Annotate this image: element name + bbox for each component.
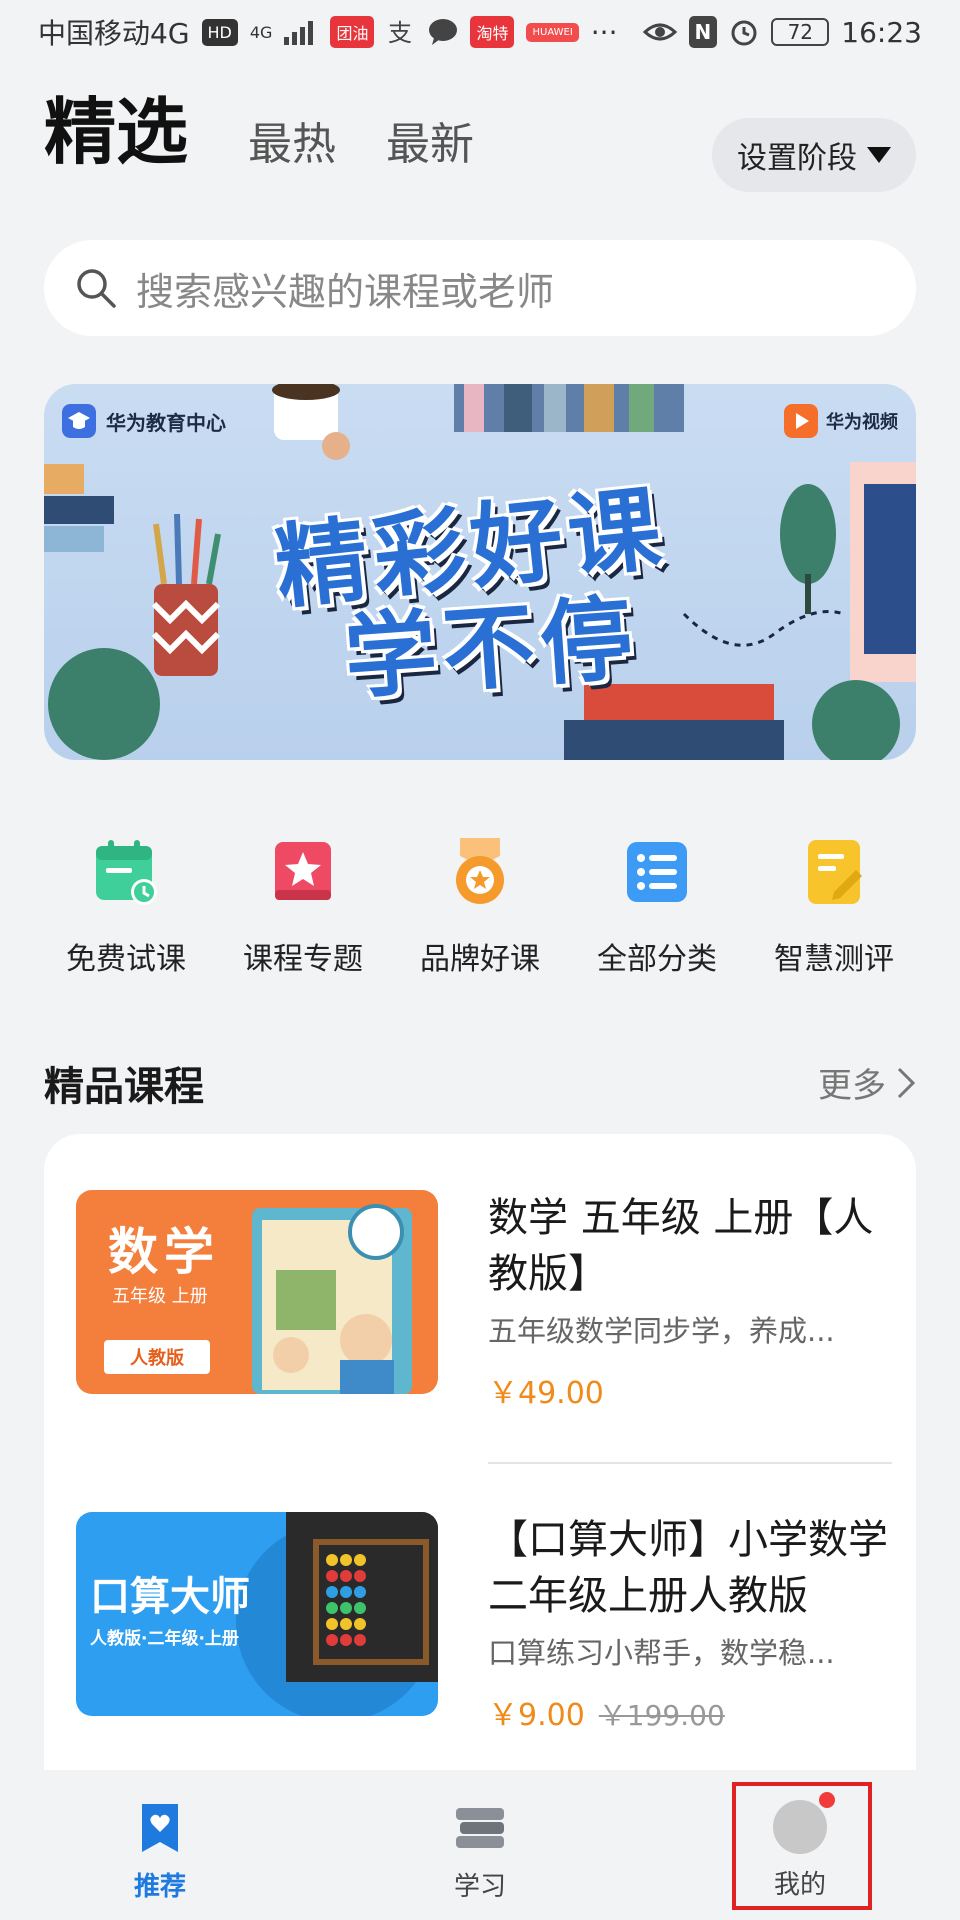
course-original-price: ￥199.00 xyxy=(598,1699,725,1732)
search-placeholder: 搜索感兴趣的课程或老师 xyxy=(136,269,555,314)
graduation-cap-icon xyxy=(62,404,96,438)
price-row: ￥9.00 ￥199.00 xyxy=(488,1690,725,1734)
price-row: ￥49.00 xyxy=(488,1368,604,1412)
course-title: 数学 五年级 上册【人教版】 xyxy=(488,1195,874,1297)
tuanyou-app-icon: 团油 xyxy=(330,16,375,48)
highlight-box xyxy=(732,1782,872,1910)
quick-label-assessment: 智慧测评 xyxy=(774,942,894,977)
battery-icon: 72 xyxy=(771,18,830,46)
star-book-icon xyxy=(275,842,331,900)
quick-item-free-trial[interactable]: 免费试课 xyxy=(44,836,208,996)
tab-hot[interactable]: 最热 xyxy=(248,108,336,172)
books-icon xyxy=(456,1808,504,1848)
status-left: 中国移动4G HD 4G 团油 支 淘特 HUAWEI ··· xyxy=(38,12,617,52)
tab-newest[interactable]: 最新 xyxy=(386,108,474,172)
status-right: N 72 16:23 xyxy=(642,15,922,49)
play-icon xyxy=(784,404,818,438)
thumb-subtitle: 五年级 上册 xyxy=(112,1286,208,1307)
course-card: 数学 五年级 上册 人教版 数学 五年级 上册【人教版】 五年级数学同步学，养成… xyxy=(44,1134,916,1774)
set-stage-label: 设置阶段 xyxy=(737,141,857,176)
list-icon xyxy=(627,842,687,902)
dropdown-triangle-icon xyxy=(867,147,891,163)
edit-note-icon xyxy=(808,840,862,904)
nav-recommend-label: 推荐 xyxy=(133,1872,186,1902)
quick-item-categories[interactable]: 全部分类 xyxy=(575,836,739,996)
more-link[interactable]: 更多 xyxy=(818,1058,916,1107)
huawei-app-icon: HUAWEI xyxy=(526,22,579,42)
tab-featured[interactable]: 精选 xyxy=(44,73,188,178)
hd-icon: HD xyxy=(201,18,238,46)
thumb-title: 口算大师 xyxy=(90,1574,250,1620)
alarm-icon xyxy=(731,20,757,46)
course-thumbnail: 口算大师 人教版·二年级·上册 xyxy=(76,1512,438,1716)
divider xyxy=(488,1462,892,1464)
course-thumbnail: 数学 五年级 上册 人教版 xyxy=(76,1190,438,1394)
chevron-right-icon xyxy=(897,1067,916,1098)
alipay-icon: 支 xyxy=(388,19,412,47)
quick-item-brand[interactable]: 品牌好课 xyxy=(398,836,562,996)
heart-bookmark-icon xyxy=(142,1804,178,1852)
more-notifications-icon: ··· xyxy=(590,15,618,49)
nav-recommend[interactable]: 推荐 xyxy=(0,1770,320,1920)
signal-icon xyxy=(284,21,314,45)
course-desc: 口算练习小帮手，数学稳... xyxy=(488,1636,835,1670)
nfc-icon: N xyxy=(688,16,718,48)
quick-item-assessment[interactable]: 智慧测评 xyxy=(752,836,916,996)
more-label: 更多 xyxy=(818,1066,886,1106)
promo-banner[interactable]: 华为教育中心 华为视频 精彩好课 学不停 xyxy=(44,384,916,760)
huawei-video-label: 华为视频 xyxy=(826,412,898,433)
thumb-title: 数学 xyxy=(108,1223,220,1281)
thumb-badge: 人教版 xyxy=(104,1340,210,1374)
eye-comfort-icon xyxy=(642,23,677,41)
course-item[interactable]: 数学 五年级 上册 人教版 数学 五年级 上册【人教版】 五年级数学同步学，养成… xyxy=(76,1190,884,1420)
carrier-text: 中国移动4G xyxy=(38,17,190,50)
banner-title-line2: 学不停 xyxy=(341,584,642,713)
course-price: ￥49.00 xyxy=(488,1376,604,1411)
clock-text: 16:23 xyxy=(841,15,922,49)
nav-study-label: 学习 xyxy=(453,1872,506,1902)
quick-label-topics: 课程专题 xyxy=(243,942,363,977)
taote-app-icon: 淘特 xyxy=(470,16,515,48)
section-title: 精品课程 xyxy=(44,1064,204,1110)
svg-text:支: 支 xyxy=(388,19,412,47)
edu-center-label: 华为教育中心 xyxy=(106,410,226,435)
quick-menu: 免费试课 课程专题 品牌好课 全部分类 智慧测评 xyxy=(44,836,916,996)
search-icon xyxy=(77,269,116,308)
quick-label-categories: 全部分类 xyxy=(597,942,717,977)
course-title: 【口算大师】小学数学二年级上册人教版 xyxy=(488,1517,888,1619)
nav-study[interactable]: 学习 xyxy=(320,1770,640,1920)
medal-icon xyxy=(456,838,504,904)
edu-center-logo: 华为教育中心 xyxy=(62,404,226,438)
header: 精选 最热 最新 设置阶段 xyxy=(44,90,916,196)
calendar-clock-icon xyxy=(96,840,157,905)
course-desc: 五年级数学同步学，养成... xyxy=(488,1314,835,1348)
huawei-video-logo: 华为视频 xyxy=(784,404,898,438)
quick-label-free-trial: 免费试课 xyxy=(66,942,186,977)
set-stage-button[interactable]: 设置阶段 xyxy=(712,118,916,192)
course-price: ￥9.00 xyxy=(488,1698,585,1733)
network-type-text: 4G xyxy=(249,22,273,42)
quick-item-topics[interactable]: 课程专题 xyxy=(221,836,385,996)
thumb-subtitle: 人教版·二年级·上册 xyxy=(90,1629,239,1649)
course-item[interactable]: 口算大师 人教版·二年级·上册 【口算大师】小学数学二年级上册人教版 口算练习小… xyxy=(76,1512,888,1742)
chat-bubble-icon xyxy=(429,19,458,45)
search-input[interactable]: 搜索感兴趣的课程或老师 xyxy=(44,240,916,336)
quick-label-brand: 品牌好课 xyxy=(420,942,540,977)
status-bar: 中国移动4G HD 4G 团油 支 淘特 HUAWEI ··· N 72 16:… xyxy=(0,0,960,64)
